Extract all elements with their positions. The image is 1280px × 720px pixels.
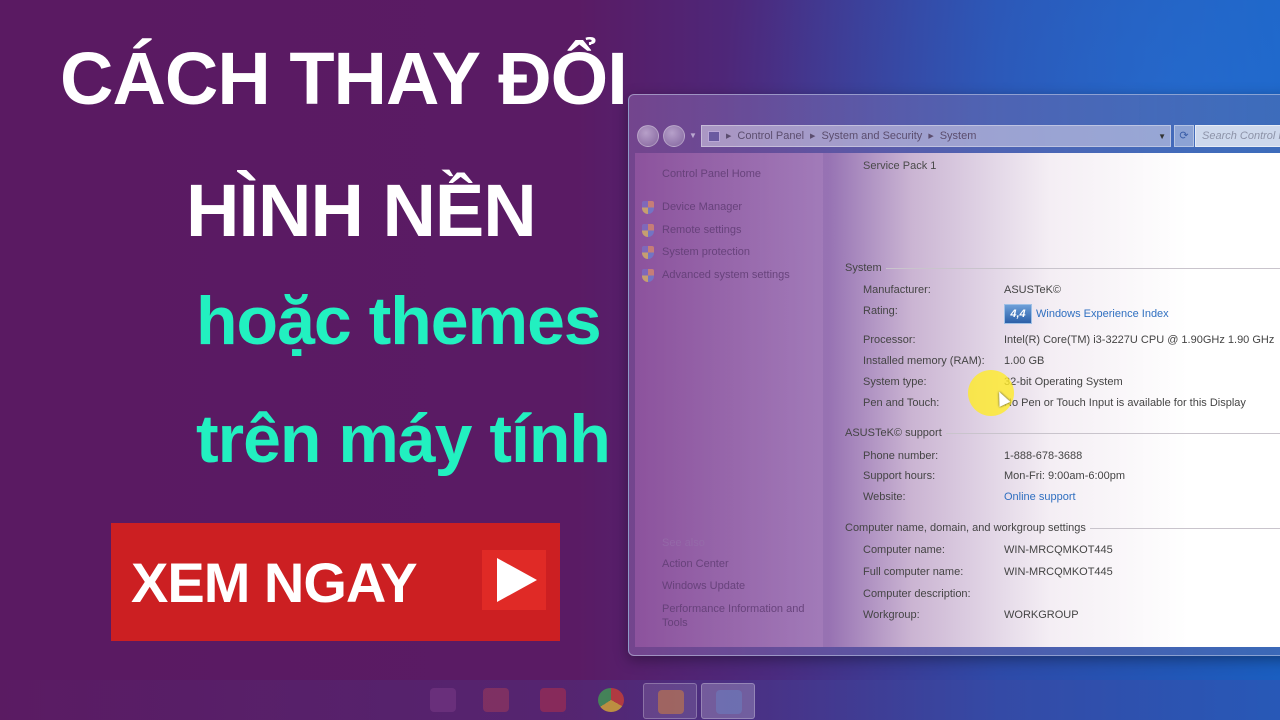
chevron-right-icon: ▶ (726, 133, 732, 140)
chevron-down-icon[interactable]: ▼ (1158, 132, 1166, 141)
row-value: WIN-MRCQMKOT445 (1004, 544, 1113, 556)
forward-button[interactable] (663, 125, 685, 147)
remote-settings-link[interactable]: Remote settings (642, 224, 742, 237)
watch-now-label: XEM NGAY (131, 550, 418, 614)
search-input[interactable]: Search Control P (1195, 125, 1280, 147)
row-label: Website: (863, 491, 906, 503)
divider (885, 267, 1280, 269)
row-label: Computer description: (863, 588, 971, 600)
breadcrumb-system[interactable]: System (940, 130, 977, 142)
section-title: ASUSTeK© support (845, 427, 942, 439)
row-value: 1-888-678-3688 (1004, 450, 1083, 462)
windows-update-link[interactable]: Windows Update (662, 580, 745, 592)
row-value: WIN-MRCQMKOT445 (1004, 566, 1113, 578)
action-center-link[interactable]: Action Center (662, 558, 729, 570)
rating-value: 4,4 Windows Experience Index (1004, 304, 1169, 324)
link-label: Device Manager (662, 201, 743, 213)
row-label: Pen and Touch: (863, 397, 940, 409)
media-player-icon[interactable] (483, 688, 509, 712)
refresh-button[interactable]: ⟳ (1174, 125, 1194, 147)
link-label: Remote settings (662, 224, 742, 236)
navigation-bar: ▼ ▶ Control Panel ▶ System and Security … (629, 121, 1280, 151)
files-icon (658, 690, 684, 714)
shield-icon (642, 246, 654, 259)
search-placeholder: Search Control P (1202, 130, 1280, 142)
taskbar (0, 680, 1280, 720)
headline-line-1: CÁCH THAY ĐỔI (60, 37, 628, 120)
system-info-panel: Service Pack 1 System Manufacturer: ASUST… (823, 153, 1280, 647)
row-label: System type: (863, 376, 927, 388)
row-label: Manufacturer: (863, 284, 931, 296)
row-label: Rating: (863, 305, 898, 317)
performance-info-link[interactable]: Performance Information and Tools (662, 602, 817, 630)
advanced-system-settings-link[interactable]: Advanced system settings (642, 269, 790, 282)
row-value: ASUSTeK© (1004, 284, 1062, 296)
windows-experience-index-link[interactable]: Windows Experience Index (1036, 308, 1169, 320)
breadcrumb-system-security[interactable]: System and Security (821, 130, 922, 142)
system-protection-link[interactable]: System protection (642, 246, 751, 259)
row-label: Workgroup: (863, 609, 920, 621)
section-system: System (845, 261, 1280, 275)
see-also-heading: See also (662, 537, 705, 549)
device-manager-link[interactable]: Device Manager (642, 201, 743, 214)
taskbar-control-panel-button[interactable] (701, 683, 755, 719)
shield-icon (642, 201, 654, 214)
headline-line-2: HÌNH NỀN (186, 169, 537, 252)
row-value: 32-bit Operating System (1004, 376, 1123, 388)
row-label: Support hours: (863, 470, 936, 482)
row-label: Computer name: (863, 544, 945, 556)
control-panel-window: ▼ ▶ Control Panel ▶ System and Security … (628, 94, 1280, 656)
row-label: Installed memory (RAM): (863, 355, 985, 367)
headline-line-3: hoặc themes (196, 283, 602, 359)
row-value: No Pen or Touch Input is available for t… (1004, 397, 1246, 409)
row-value: WORKGROUP (1004, 609, 1079, 621)
click-highlight (968, 370, 1014, 416)
section-support: ASUSTeK© support (845, 426, 1280, 440)
watch-now-button[interactable]: XEM NGAY (111, 523, 560, 641)
row-label: Phone number: (863, 450, 939, 462)
chevron-right-icon: ▶ (810, 133, 816, 140)
wei-score-badge[interactable]: 4,4 (1004, 304, 1032, 324)
section-title: Computer name, domain, and workgroup set… (845, 522, 1086, 534)
control-panel-home-link[interactable]: Control Panel Home (662, 168, 761, 180)
link-label: Advanced system settings (662, 269, 790, 281)
shield-icon (642, 224, 654, 237)
section-title: System (845, 262, 882, 274)
shield-icon (642, 269, 654, 282)
row-value: Intel(R) Core(TM) i3-3227U CPU @ 1.90GHz… (1004, 334, 1275, 346)
taskbar-files-button[interactable] (643, 683, 697, 719)
row-value: 1.00 GB (1004, 355, 1045, 367)
section-computer-name: Computer name, domain, and workgroup set… (845, 521, 1280, 535)
row-label: Processor: (863, 334, 916, 346)
address-bar[interactable]: ▶ Control Panel ▶ System and Security ▶ … (701, 125, 1171, 147)
chevron-right-icon: ▶ (928, 133, 934, 140)
recent-pages-dropdown[interactable]: ▼ (689, 131, 697, 140)
content-area: Control Panel Home Device Manager Remote… (635, 153, 1280, 647)
divider (1089, 527, 1280, 529)
left-pane: Control Panel Home Device Manager Remote… (635, 153, 823, 647)
explorer-icon[interactable] (430, 688, 456, 712)
control-panel-icon (708, 130, 720, 142)
chrome-icon[interactable] (598, 688, 624, 712)
control-panel-icon (716, 690, 742, 714)
link-label: System protection (662, 246, 751, 258)
divider (945, 432, 1280, 434)
service-pack: Service Pack 1 (863, 160, 937, 172)
row-value: Mon-Fri: 9:00am-6:00pm (1004, 470, 1126, 482)
play-triangle (497, 558, 537, 602)
online-support-link[interactable]: Online support (1004, 491, 1076, 503)
headline-line-4: trên máy tính (196, 401, 611, 477)
row-label: Full computer name: (863, 566, 964, 578)
play-icon (482, 550, 546, 610)
refresh-icon: ⟳ (1179, 130, 1189, 142)
back-button[interactable] (637, 125, 659, 147)
video-icon[interactable] (540, 688, 566, 712)
breadcrumb-control-panel[interactable]: Control Panel (737, 130, 804, 142)
